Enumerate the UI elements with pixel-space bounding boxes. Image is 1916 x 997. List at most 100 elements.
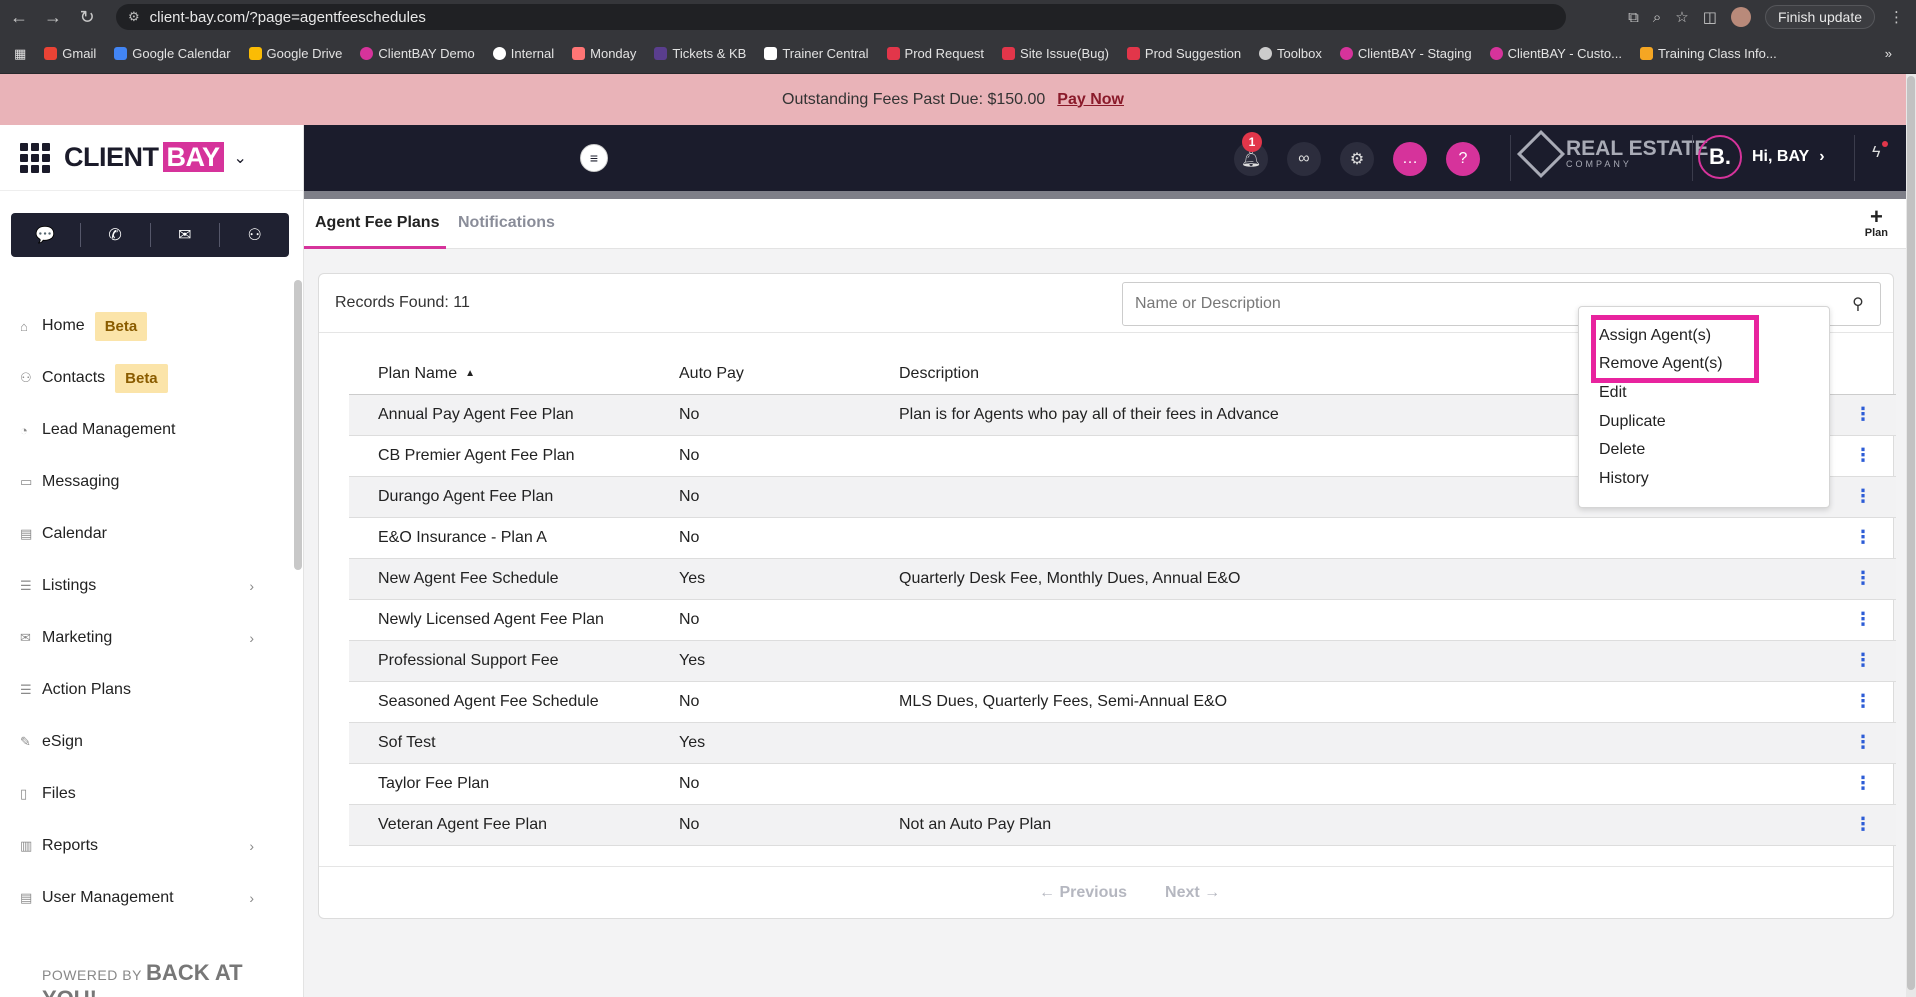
previous-button[interactable]: ← Previous <box>1039 884 1127 902</box>
sidebar-item-messaging[interactable]: ▭ Messaging <box>0 456 290 508</box>
diamond-icon <box>1516 129 1566 179</box>
gear-icon[interactable]: ⚙ <box>1340 142 1374 176</box>
sidebar-item-reports[interactable]: ▥ Reports › <box>0 820 290 872</box>
scrollbar-thumb[interactable] <box>1907 76 1915 990</box>
bookmark-clientbay-custo[interactable]: ClientBAY - Custo... <box>1489 46 1622 61</box>
kebab-menu-icon[interactable]: ⋮ <box>1854 609 1872 629</box>
bookmark-clientbay-demo[interactable]: ClientBAY Demo <box>360 46 475 61</box>
table-row[interactable]: New Agent Fee Schedule Yes Quarterly Desk … <box>349 558 1896 600</box>
link-icon[interactable]: ∞ <box>1287 142 1321 176</box>
table-row[interactable]: E&O Insurance - Plan A No ⋮ <box>349 517 1896 559</box>
pager-divider <box>319 866 1893 867</box>
sidebar-item-esign[interactable]: ✎ eSign <box>0 716 290 768</box>
reload-icon[interactable]: ↻ <box>72 2 102 32</box>
bookmark-trainer-central[interactable]: Trainer Central <box>764 46 869 61</box>
bookmark-site-issue[interactable]: Site Issue(Bug) <box>1002 46 1109 61</box>
kebab-menu-icon[interactable]: ⋮ <box>1854 445 1872 465</box>
sidebar-item-listings[interactable]: ☰ Listings › <box>0 560 290 612</box>
menu-item-history[interactable]: History <box>1599 470 1649 488</box>
tab-notifications[interactable]: Notifications <box>458 214 555 232</box>
kebab-menu-icon[interactable]: ⋮ <box>1854 732 1872 752</box>
sidebar-item-files[interactable]: ▯ Files <box>0 768 290 820</box>
auto-pay: Yes <box>679 558 899 600</box>
kebab-menu-icon[interactable]: ⋮ <box>1854 527 1872 547</box>
bookmark-prod-suggestion[interactable]: Prod Suggestion <box>1126 46 1241 61</box>
column-header-plan-name[interactable]: Plan Name ▲ <box>349 354 679 395</box>
collapse-sidebar-icon[interactable]: ≡ <box>580 144 608 172</box>
home-icon: ⌂ <box>20 318 28 334</box>
sidebar-item-home[interactable]: ⌂ Home Beta <box>0 300 290 352</box>
bookmark-tickets-kb[interactable]: Tickets & KB <box>654 46 746 61</box>
sort-ascending-icon[interactable]: ▲ <box>465 368 475 379</box>
plan-name: Sof Test <box>349 722 679 764</box>
checklist-icon: ☰ <box>20 682 32 697</box>
apps-grid-icon[interactable]: ▦ <box>14 46 26 62</box>
menu-item-remove-agents[interactable]: Remove Agent(s) <box>1599 355 1723 373</box>
sidebar-item-lead-management[interactable]: ◔ Lead Management <box>0 404 290 456</box>
add-plan-button[interactable]: + Plan <box>1865 206 1888 240</box>
lightning-icon[interactable]: ϟ <box>1872 144 1880 162</box>
site-settings-icon[interactable]: ⚙ <box>128 9 140 25</box>
next-button[interactable]: Next → <box>1165 884 1220 902</box>
forward-icon[interactable]: → <box>38 2 68 32</box>
browser-menu-icon[interactable]: ⋮ <box>1889 8 1904 26</box>
pay-now-link[interactable]: Pay Now <box>1057 91 1124 109</box>
mail-icon[interactable]: ✉ <box>151 223 221 247</box>
extensions-icon[interactable]: ◫ <box>1703 8 1717 26</box>
search-icon[interactable]: ⚲ <box>1836 294 1880 314</box>
kebab-menu-icon[interactable]: ⋮ <box>1854 773 1872 793</box>
bookmark-gmail[interactable]: Gmail <box>44 46 96 61</box>
bookmark-monday[interactable]: Monday <box>572 46 636 61</box>
chevron-right-icon: › <box>249 890 254 906</box>
sidebar-item-marketing[interactable]: ✉ Marketing › <box>0 612 290 664</box>
bookmark-star-icon[interactable]: ☆ <box>1675 8 1688 26</box>
chevron-down-icon[interactable]: ⌄ <box>234 148 247 168</box>
table-row[interactable]: Veteran Agent Fee Plan No Not an Auto Pay … <box>349 804 1896 846</box>
kebab-menu-icon[interactable]: ⋮ <box>1854 568 1872 588</box>
chat-icon[interactable]: 💬 <box>11 223 81 247</box>
add-contact-icon[interactable]: ⚇ <box>220 223 289 247</box>
back-icon[interactable]: ← <box>4 2 34 32</box>
bookmark-training-class[interactable]: Training Class Info... <box>1639 46 1777 61</box>
sidebar-scrollbar[interactable] <box>294 280 302 570</box>
bookmark-prod-request[interactable]: Prod Request <box>886 46 984 61</box>
menu-item-duplicate[interactable]: Duplicate <box>1599 413 1666 431</box>
table-row[interactable]: Newly Licensed Agent Fee Plan No ⋮ <box>349 599 1896 641</box>
cast-icon[interactable]: ⧉ <box>1628 9 1639 26</box>
table-row[interactable]: Seasoned Agent Fee Schedule No MLS Dues, Q… <box>349 681 1896 723</box>
tab-agent-fee-plans[interactable]: Agent Fee Plans <box>315 214 439 232</box>
table-row[interactable]: Taylor Fee Plan No ⋮ <box>349 763 1896 805</box>
user-menu[interactable]: B. Hi, BAY › <box>1698 135 1825 179</box>
more-bookmarks-icon[interactable]: » <box>1885 46 1892 61</box>
table-row[interactable]: Sof Test Yes ⋮ <box>349 722 1896 764</box>
bookmark-google-drive[interactable]: Google Drive <box>248 46 342 61</box>
clientbay-logo[interactable]: CLIENT BAY <box>64 142 224 173</box>
bookmark-clientbay-staging[interactable]: ClientBAY - Staging <box>1339 46 1472 61</box>
finish-update-button[interactable]: Finish update <box>1764 5 1875 29</box>
kebab-menu-icon[interactable]: ⋮ <box>1854 404 1872 424</box>
sidebar-item-contacts[interactable]: ⚇ Contacts Beta <box>0 352 290 404</box>
auto-pay: Yes <box>679 722 899 764</box>
phone-icon[interactable]: ✆ <box>81 223 151 247</box>
kebab-menu-icon[interactable]: ⋮ <box>1854 814 1872 834</box>
menu-item-delete[interactable]: Delete <box>1599 441 1645 459</box>
sidebar-item-calendar[interactable]: ▤ Calendar <box>0 508 290 560</box>
bookmark-google-calendar[interactable]: Google Calendar <box>114 46 231 61</box>
help-icon[interactable]: ? <box>1446 142 1480 176</box>
bookmark-toolbox[interactable]: Toolbox <box>1259 46 1322 61</box>
table-row[interactable]: Professional Support Fee Yes ⋮ <box>349 640 1896 682</box>
bookmark-internal[interactable]: Internal <box>492 46 554 61</box>
menu-item-edit[interactable]: Edit <box>1599 384 1627 402</box>
profile-avatar[interactable] <box>1730 7 1751 27</box>
app-launcher-icon[interactable] <box>20 142 50 173</box>
kebab-menu-icon[interactable]: ⋮ <box>1854 486 1872 506</box>
kebab-menu-icon[interactable]: ⋮ <box>1854 650 1872 670</box>
chat-bubble-icon[interactable]: … <box>1393 142 1427 176</box>
sidebar-item-user-management[interactable]: ▤ User Management › <box>0 872 290 924</box>
kebab-menu-icon[interactable]: ⋮ <box>1854 691 1872 711</box>
page-scrollbar[interactable] <box>1906 74 1916 997</box>
sidebar-item-action-plans[interactable]: ☰ Action Plans <box>0 664 290 716</box>
menu-item-assign-agents[interactable]: Assign Agent(s) <box>1599 327 1711 345</box>
zoom-icon[interactable]: ⌕ <box>1653 9 1661 26</box>
address-bar[interactable]: ⚙ client-bay.com/?page=agentfeeschedules <box>116 4 1566 30</box>
